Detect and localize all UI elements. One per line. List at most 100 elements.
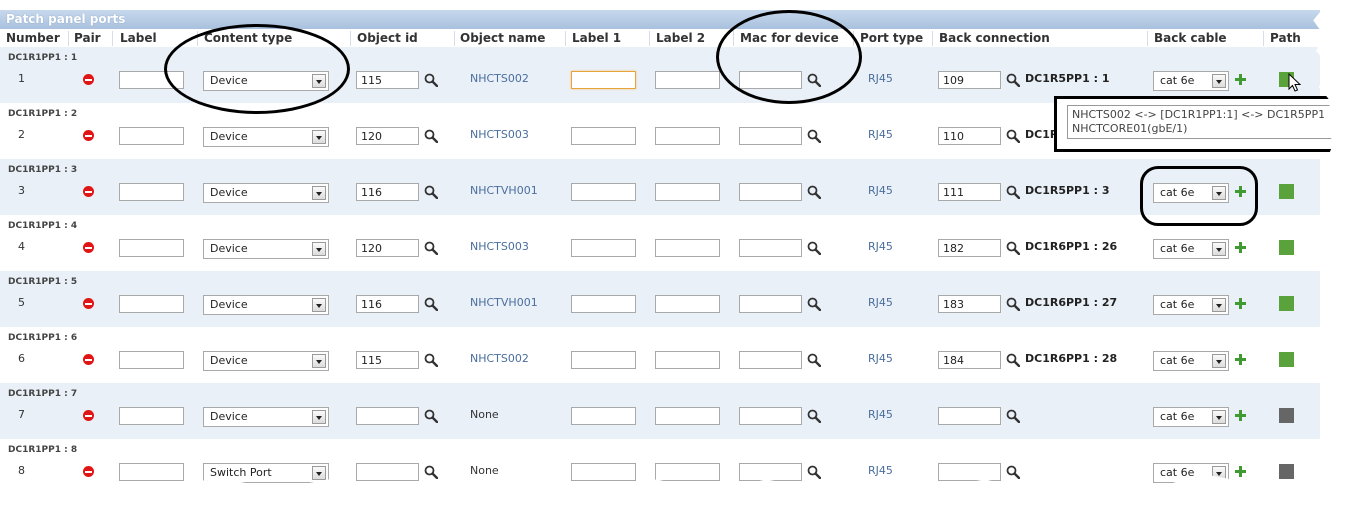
chevron-down-icon[interactable] (1212, 74, 1226, 88)
port-type-link[interactable]: RJ45 (868, 240, 893, 253)
object-id-input[interactable] (356, 407, 419, 425)
back-connection-input[interactable] (938, 407, 1001, 425)
object-name-link[interactable]: NHCTS002 (470, 72, 529, 85)
label-input[interactable] (119, 239, 184, 257)
label1-input[interactable] (571, 351, 636, 369)
port-type-link[interactable]: RJ45 (868, 184, 893, 197)
label-input[interactable] (119, 463, 184, 481)
magnifier-icon[interactable] (1006, 409, 1021, 424)
magnifier-icon[interactable] (807, 353, 822, 368)
port-type-link[interactable]: RJ45 (868, 464, 893, 477)
magnifier-icon[interactable] (424, 353, 439, 368)
path-square-icon[interactable] (1279, 240, 1294, 255)
back-cable-select[interactable]: cat 6e (1153, 239, 1229, 259)
chevron-down-icon[interactable] (1212, 410, 1226, 424)
minus-circle-icon[interactable] (83, 242, 94, 253)
back-cable-select[interactable]: cat 6e (1153, 295, 1229, 315)
content-type-select[interactable]: Switch Port (203, 463, 329, 483)
minus-circle-icon[interactable] (83, 130, 94, 141)
magnifier-icon[interactable] (807, 465, 822, 480)
object-name-link[interactable]: NHCTS002 (470, 352, 529, 365)
back-cable-select[interactable]: cat 6e (1153, 407, 1229, 427)
back-cable-select[interactable]: cat 6e (1153, 463, 1229, 483)
back-connection-input[interactable] (938, 295, 1001, 313)
label-input[interactable] (119, 183, 184, 201)
object-name-link[interactable]: NHCTS003 (470, 240, 529, 253)
content-type-select[interactable]: Device (203, 127, 329, 147)
label-input[interactable] (119, 295, 184, 313)
port-type-link[interactable]: RJ45 (868, 128, 893, 141)
chevron-down-icon[interactable] (1212, 242, 1226, 256)
minus-circle-icon[interactable] (83, 466, 94, 477)
mac-input[interactable] (739, 239, 802, 257)
path-square-icon[interactable] (1279, 184, 1294, 199)
path-square-icon[interactable] (1279, 352, 1294, 367)
label1-input[interactable] (571, 407, 636, 425)
magnifier-icon[interactable] (807, 185, 822, 200)
chevron-down-icon[interactable] (1212, 466, 1226, 480)
mac-input[interactable] (739, 407, 802, 425)
magnifier-icon[interactable] (424, 297, 439, 312)
object-name-link[interactable]: NHCTVH001 (470, 296, 538, 309)
label2-input[interactable] (655, 407, 720, 425)
chevron-down-icon[interactable] (1212, 354, 1226, 368)
label1-input[interactable] (571, 239, 636, 257)
object-id-input[interactable] (356, 127, 419, 145)
port-type-link[interactable]: RJ45 (868, 408, 893, 421)
magnifier-icon[interactable] (424, 241, 439, 256)
label2-input[interactable] (655, 463, 720, 481)
plus-icon[interactable] (1235, 410, 1246, 421)
label-input[interactable] (119, 407, 184, 425)
chevron-down-icon[interactable] (312, 298, 326, 312)
label1-input[interactable] (571, 463, 636, 481)
minus-circle-icon[interactable] (83, 410, 94, 421)
back-connection-input[interactable] (938, 183, 1001, 201)
magnifier-icon[interactable] (424, 73, 439, 88)
back-connection-input[interactable] (938, 71, 1001, 89)
object-name-link[interactable]: NHCTVH001 (470, 184, 538, 197)
content-type-select[interactable]: Device (203, 351, 329, 371)
content-type-select[interactable]: Device (203, 183, 329, 203)
path-square-icon[interactable] (1279, 464, 1294, 479)
chevron-down-icon[interactable] (312, 354, 326, 368)
plus-icon[interactable] (1235, 74, 1246, 85)
magnifier-icon[interactable] (1006, 297, 1021, 312)
chevron-down-icon[interactable] (312, 186, 326, 200)
minus-circle-icon[interactable] (83, 186, 94, 197)
port-type-link[interactable]: RJ45 (868, 352, 893, 365)
magnifier-icon[interactable] (807, 129, 822, 144)
label1-input[interactable] (571, 71, 636, 89)
magnifier-icon[interactable] (424, 409, 439, 424)
object-id-input[interactable] (356, 71, 419, 89)
label2-input[interactable] (655, 239, 720, 257)
chevron-down-icon[interactable] (312, 242, 326, 256)
back-connection-input[interactable] (938, 351, 1001, 369)
content-type-select[interactable]: Device (203, 239, 329, 259)
mac-input[interactable] (739, 183, 802, 201)
object-id-input[interactable] (356, 463, 419, 481)
magnifier-icon[interactable] (1006, 241, 1021, 256)
back-connection-input[interactable] (938, 127, 1001, 145)
port-type-link[interactable]: RJ45 (868, 296, 893, 309)
magnifier-icon[interactable] (1006, 353, 1021, 368)
object-name-link[interactable]: NHCTS003 (470, 128, 529, 141)
mac-input[interactable] (739, 463, 802, 481)
magnifier-icon[interactable] (807, 409, 822, 424)
port-type-link[interactable]: RJ45 (868, 72, 893, 85)
back-cable-select[interactable]: cat 6e (1153, 71, 1229, 91)
magnifier-icon[interactable] (1006, 465, 1021, 480)
mac-input[interactable] (739, 351, 802, 369)
chevron-down-icon[interactable] (1212, 298, 1226, 312)
magnifier-icon[interactable] (1006, 185, 1021, 200)
minus-circle-icon[interactable] (83, 74, 94, 85)
label2-input[interactable] (655, 295, 720, 313)
back-cable-select[interactable]: cat 6e (1153, 351, 1229, 371)
mac-input[interactable] (739, 127, 802, 145)
minus-circle-icon[interactable] (83, 354, 94, 365)
plus-icon[interactable] (1235, 298, 1246, 309)
content-type-select[interactable]: Device (203, 407, 329, 427)
label1-input[interactable] (571, 127, 636, 145)
label2-input[interactable] (655, 183, 720, 201)
magnifier-icon[interactable] (1006, 129, 1021, 144)
content-type-select[interactable]: Device (203, 295, 329, 315)
